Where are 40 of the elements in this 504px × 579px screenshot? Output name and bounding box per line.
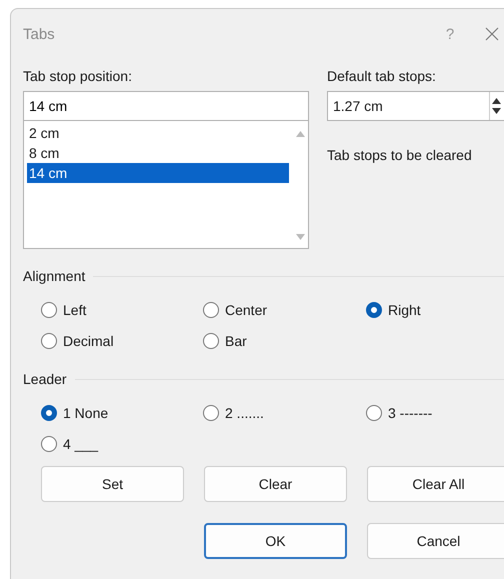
group-title: Leader	[23, 371, 67, 387]
radio-label: Left	[63, 302, 86, 318]
list-item[interactable]: 14 cm	[27, 163, 289, 183]
radio-label: 2 .......	[225, 405, 264, 421]
spin-field[interactable]: 1.27 cm	[327, 91, 504, 121]
scroll-down-icon	[296, 234, 304, 240]
radio-label: Center	[225, 302, 268, 318]
spin-up-icon	[492, 98, 501, 104]
radio-button[interactable]	[41, 405, 57, 421]
list-item[interactable]: 2 cm	[27, 123, 289, 143]
list-box[interactable]: 2 cm 8 cm 14 cm	[23, 121, 309, 249]
radio-label: 4 ___	[63, 436, 98, 452]
ok-button[interactable]: OK	[204, 523, 347, 559]
radio-button[interactable]	[41, 436, 57, 452]
radio-label: Bar	[225, 333, 247, 349]
radio-button[interactable]	[41, 302, 57, 318]
action-button[interactable]: Clear All	[367, 466, 504, 502]
radio-button[interactable]	[41, 333, 57, 349]
input-field[interactable]: 14 cm	[23, 91, 309, 121]
cleared-label: Tab stops to be cleared	[327, 147, 473, 163]
radio-button[interactable]	[203, 302, 219, 318]
group-title: Alignment	[23, 268, 86, 284]
field-label: Tab stop position:	[23, 67, 133, 86]
field-label: Default tab stops:	[327, 67, 437, 86]
spin-down-icon	[492, 108, 501, 114]
radio-label: 1 None	[63, 405, 108, 421]
list-item[interactable]: 8 cm	[27, 143, 289, 163]
radio-button[interactable]	[366, 405, 382, 421]
cancel-button[interactable]: Cancel	[367, 523, 504, 559]
action-button[interactable]: Clear	[204, 466, 347, 502]
close-button[interactable]	[484, 26, 500, 42]
scroll-up-icon	[296, 131, 304, 137]
action-button[interactable]: Set	[41, 466, 184, 502]
radio-button[interactable]	[203, 405, 219, 421]
window-title: Tabs	[23, 26, 56, 42]
radio-label: 3 -------	[388, 405, 432, 421]
radio-button[interactable]	[366, 302, 382, 318]
radio-label: Right	[388, 302, 421, 318]
radio-button[interactable]	[203, 333, 219, 349]
radio-label: Decimal	[63, 333, 114, 349]
